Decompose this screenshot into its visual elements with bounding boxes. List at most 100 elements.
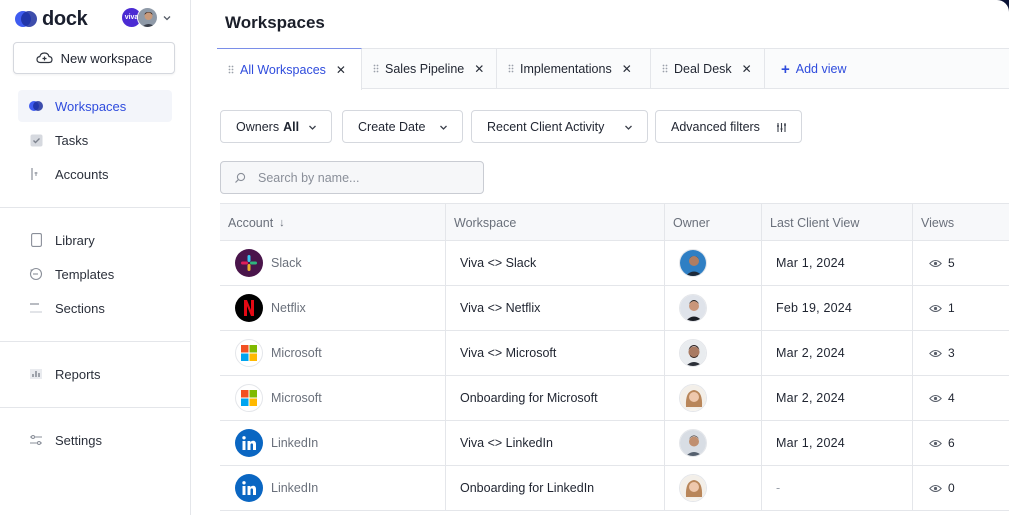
create-date-filter[interactable]: Create Date <box>342 110 463 143</box>
column-header-views[interactable]: Views <box>913 204 1009 241</box>
owner-avatar <box>679 384 707 412</box>
workspaces-table: Account ↓ Workspace Owner Last Client Vi… <box>220 203 1009 515</box>
user-avatar <box>137 7 158 28</box>
tab-label: All Workspaces <box>240 62 326 77</box>
dock-logo-icon <box>29 99 43 113</box>
owners-filter-value: All <box>283 119 300 134</box>
table-row[interactable]: LinkedIn Viva <> LinkedIn Mar 1, 2024 6 <box>220 421 1009 466</box>
sidebar-item-sections[interactable]: Sections <box>18 292 172 324</box>
owner-cell <box>665 241 762 285</box>
sidebar-item-reports[interactable]: Reports <box>18 358 172 390</box>
account-cell[interactable]: Netflix <box>220 286 446 330</box>
sidebar-item-label: Workspaces <box>55 98 127 114</box>
create-date-filter-label: Create Date <box>358 119 426 134</box>
filter-sliders-icon <box>777 123 786 132</box>
account-cell[interactable]: Microsoft <box>220 331 446 375</box>
column-header-owner[interactable]: Owner <box>665 204 762 241</box>
close-icon[interactable]: ✕ <box>336 63 346 77</box>
netflix-logo-icon <box>235 294 263 322</box>
drag-handle-icon[interactable] <box>228 65 234 74</box>
column-header-label: Owner <box>673 215 710 230</box>
owner-avatar <box>679 339 707 367</box>
workspace-name: Onboarding for LinkedIn <box>460 481 595 495</box>
account-name: Slack <box>271 256 302 270</box>
account-cell[interactable]: Microsoft <box>220 376 446 420</box>
owners-filter-label: Owners <box>236 119 280 134</box>
table-header: Account ↓ Workspace Owner Last Client Vi… <box>220 203 1009 241</box>
workspace-cell[interactable]: Viva <> Microsoft <box>446 331 665 375</box>
owner-avatar <box>679 429 707 457</box>
table-row[interactable]: Netflix Viva <> Netflix Feb 19, 2024 1 <box>220 286 1009 331</box>
app-window: dock viva New workspace Workspaces Tasks… <box>0 0 1009 515</box>
account-switcher[interactable]: viva <box>121 7 172 28</box>
column-header-account[interactable]: Account ↓ <box>220 204 446 241</box>
views-cell: 4 <box>913 376 1009 420</box>
sidebar-item-templates[interactable]: Templates <box>18 258 172 290</box>
sidebar-item-library[interactable]: Library <box>18 224 172 256</box>
eye-icon <box>929 259 942 267</box>
brand-logo[interactable]: dock <box>14 7 88 31</box>
owner-cell <box>665 421 762 465</box>
views-cell: 1 <box>913 286 1009 330</box>
account-cell[interactable]: LinkedIn <box>220 421 446 465</box>
owners-filter[interactable]: Owners All <box>220 110 332 143</box>
advanced-filters-button[interactable]: Advanced filters <box>655 110 802 143</box>
advanced-filters-label: Advanced filters <box>671 119 760 134</box>
column-header-last-client-view[interactable]: Last Client View <box>762 204 913 241</box>
chevron-down-icon <box>625 125 632 130</box>
workspace-cell[interactable]: Onboarding for Microsoft <box>446 376 665 420</box>
account-name: Netflix <box>271 301 306 315</box>
owner-avatar <box>679 249 707 277</box>
drag-handle-icon[interactable] <box>373 64 379 73</box>
close-icon[interactable]: ✕ <box>622 62 632 76</box>
last-client-view-cell: Feb 19, 2024 <box>762 286 913 330</box>
workspace-cell[interactable]: Viva <> Netflix <box>446 286 665 330</box>
view-tabs: All Workspaces ✕ Sales Pipeline ✕ Implem… <box>217 48 1009 90</box>
workspace-cell[interactable]: Viva <> LinkedIn <box>446 421 665 465</box>
workspace-name: Onboarding for Microsoft <box>460 391 598 405</box>
plus-icon: + <box>781 60 790 78</box>
owner-avatar <box>679 294 707 322</box>
tab-deal-desk[interactable]: Deal Desk ✕ <box>651 48 765 89</box>
checkbox-icon <box>29 133 43 147</box>
recent-client-activity-filter[interactable]: Recent Client Activity <box>471 110 648 143</box>
views-cell: 0 <box>913 466 1009 510</box>
chevron-down-icon <box>440 125 447 130</box>
table-row[interactable]: Microsoft Onboarding for Microsoft Mar 2… <box>220 376 1009 421</box>
new-workspace-label: New workspace <box>60 50 153 66</box>
workspace-cell[interactable]: Onboarding for LinkedIn <box>446 466 665 510</box>
linkedin-logo-icon <box>235 474 263 502</box>
account-cell[interactable]: LinkedIn <box>220 466 446 510</box>
add-view-button[interactable]: + Add view <box>781 49 847 89</box>
page-title: Workspaces <box>225 13 325 32</box>
new-workspace-button[interactable]: New workspace <box>13 42 175 74</box>
workspace-cell[interactable]: Viva <> Slack <box>446 241 665 285</box>
sidebar-divider <box>0 207 190 208</box>
sidebar-item-accounts[interactable]: Accounts <box>18 158 172 190</box>
last-client-view-cell: Mar 2, 2024 <box>762 376 913 420</box>
drag-handle-icon[interactable] <box>662 64 668 73</box>
drag-handle-icon[interactable] <box>508 64 514 73</box>
views-cell: 3 <box>913 331 1009 375</box>
last-client-view-cell: Mar 2, 2024 <box>762 331 913 375</box>
sidebar-item-workspaces[interactable]: Workspaces <box>18 90 172 122</box>
account-name: LinkedIn <box>271 481 319 495</box>
close-icon[interactable]: ✕ <box>742 62 752 76</box>
table-row[interactable]: Microsoft Viva <> Microsoft Mar 2, 2024 … <box>220 331 1009 376</box>
account-cell[interactable]: Slack <box>220 241 446 285</box>
table-row[interactable]: Slack Viva <> Slack Mar 1, 2024 5 <box>220 241 1009 286</box>
tab-implementations[interactable]: Implementations ✕ <box>497 48 651 89</box>
last-client-view-cell: Mar 1, 2024 <box>762 241 913 285</box>
column-header-workspace[interactable]: Workspace <box>446 204 665 241</box>
search-input[interactable] <box>258 170 458 185</box>
tab-sales-pipeline[interactable]: Sales Pipeline ✕ <box>362 48 497 89</box>
sidebar-item-tasks[interactable]: Tasks <box>18 124 172 156</box>
close-icon[interactable]: ✕ <box>474 62 484 76</box>
main-content: Workspaces All Workspaces ✕ Sales Pipeli… <box>191 0 1009 515</box>
sidebar-item-label: Tasks <box>55 132 89 148</box>
owner-cell <box>665 286 762 330</box>
sidebar-item-settings[interactable]: Settings <box>18 424 172 456</box>
table-row[interactable]: LinkedIn Onboarding for LinkedIn - 0 <box>220 466 1009 511</box>
accounts-icon <box>29 167 43 181</box>
tab-all-workspaces[interactable]: All Workspaces ✕ <box>217 48 362 90</box>
